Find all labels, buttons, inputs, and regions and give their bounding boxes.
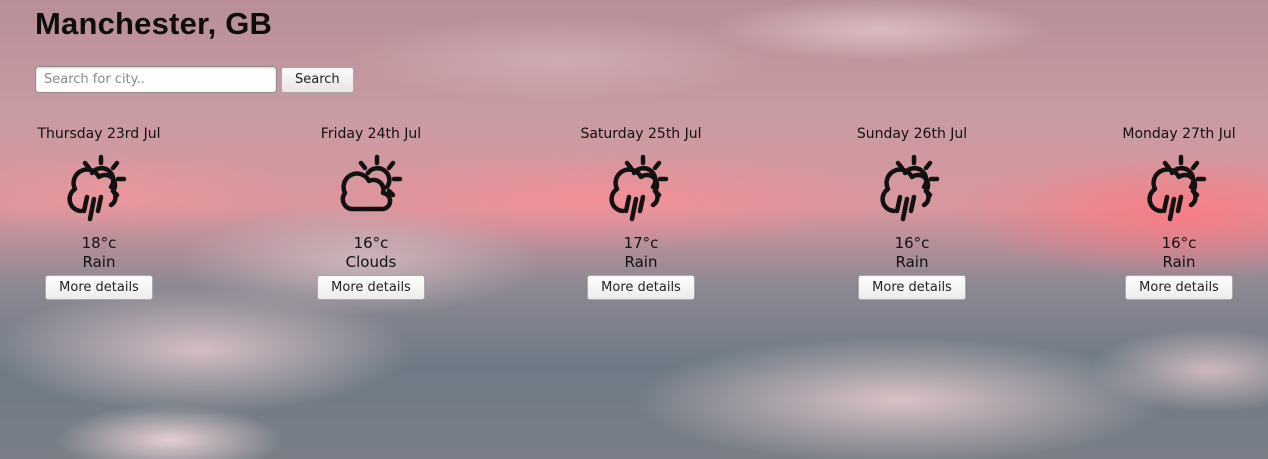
search-input[interactable] [35, 66, 277, 93]
forecast-temp: 18°c [81, 234, 117, 252]
forecast-condition: Rain [1162, 253, 1196, 271]
forecast-condition: Rain [624, 253, 658, 271]
forecast-temp: 16°c [894, 234, 930, 252]
city-title: Manchester, GB [35, 6, 273, 41]
forecast-condition: Rain [895, 253, 929, 271]
forecast-day-name: Friday 24th Jul [320, 126, 422, 142]
forecast-day-name: Monday 27th Jul [1122, 126, 1236, 142]
forecast-temp: 17°c [623, 234, 659, 252]
sun-cloud-rain-icon [67, 154, 127, 222]
forecast-condition: Clouds [345, 253, 397, 271]
forecast-condition: Rain [82, 253, 116, 271]
forecast-day-card: Saturday 25th Jul 17°c Rain More details [551, 123, 731, 300]
search-bar: Search [35, 66, 354, 93]
sun-cloud-icon [340, 154, 403, 212]
forecast-temp: 16°c [353, 234, 389, 252]
forecast-day-card: Monday 27th Jul 16°c Rain More details [1089, 123, 1268, 300]
forecast-day-name: Thursday 23rd Jul [37, 126, 161, 142]
search-button[interactable]: Search [281, 66, 354, 93]
forecast-day-card: Sunday 26th Jul 16°c Rain More details [822, 123, 1002, 300]
more-details-button[interactable]: More details [45, 275, 153, 300]
more-details-button[interactable]: More details [587, 275, 695, 300]
forecast-day-name: Sunday 26th Jul [856, 126, 968, 142]
sun-cloud-rain-icon [609, 154, 669, 222]
sun-cloud-rain-icon [880, 154, 940, 222]
more-details-button[interactable]: More details [317, 275, 425, 300]
forecast-row: Thursday 23rd Jul 18°c Rain More details [0, 123, 1268, 323]
sun-cloud-rain-icon [1147, 154, 1207, 222]
forecast-day-name: Saturday 25th Jul [580, 126, 702, 142]
more-details-button[interactable]: More details [858, 275, 966, 300]
more-details-button[interactable]: More details [1125, 275, 1233, 300]
forecast-temp: 16°c [1161, 234, 1197, 252]
weather-app: Manchester, GB Search Thursday 23rd Jul [0, 0, 1268, 459]
forecast-day-card: Thursday 23rd Jul 18°c Rain More details [9, 123, 189, 300]
forecast-day-card: Friday 24th Jul 16°c Clouds More details [281, 123, 461, 300]
